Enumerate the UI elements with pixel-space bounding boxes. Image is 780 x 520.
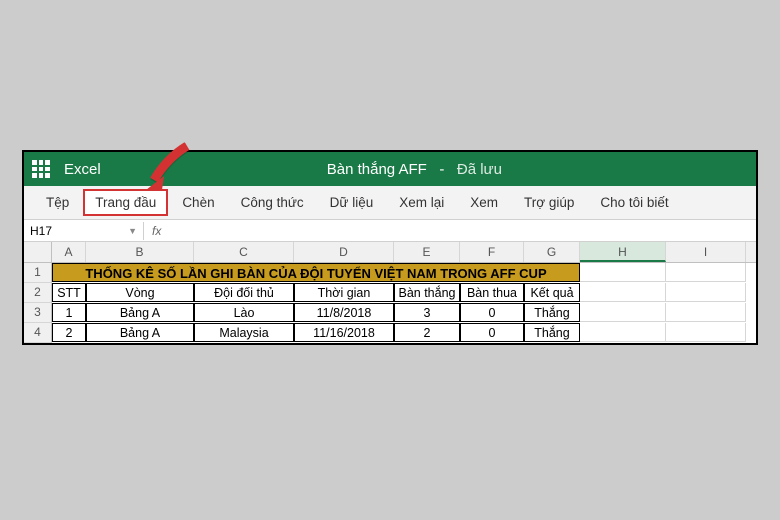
table-cell[interactable]: Thắng [524,323,580,342]
table-header[interactable]: Kết quả [524,283,580,302]
row-header[interactable]: 1 [24,263,52,283]
cell[interactable] [580,323,666,342]
titlebar: Excel Bàn thắng AFF - Đã lưu [24,152,756,186]
row-header[interactable]: 2 [24,283,52,303]
cell[interactable] [580,303,666,322]
tab-formulas[interactable]: Công thức [229,189,316,216]
col-header[interactable]: E [394,242,460,262]
table-header[interactable]: Thời gian [294,283,394,302]
tab-review[interactable]: Xem lại [387,189,456,216]
app-launcher-icon[interactable] [32,160,50,178]
table-cell[interactable]: 2 [394,323,460,342]
col-header[interactable]: A [52,242,86,262]
tab-home[interactable]: Trang đầu [83,189,168,216]
col-header[interactable]: D [294,242,394,262]
tab-tell-me[interactable]: Cho tôi biết [588,189,680,216]
tab-help[interactable]: Trợ giúp [512,189,586,216]
formula-bar: H17 ▼ fx [24,220,756,242]
table-cell[interactable]: Bảng A [86,323,194,342]
cell[interactable] [666,283,746,302]
doc-title-text: Bàn thắng AFF [327,161,427,178]
row-1: 1 THỐNG KÊ SỐ LẦN GHI BÀN CỦA ĐỘI TUYỂN … [24,263,756,283]
document-title: Bàn thắng AFF - Đã lưu [141,161,688,178]
title-separator: - [439,161,444,178]
save-status: Đã lưu [457,161,502,178]
row-3: 3 1 Bảng A Lào 11/8/2018 3 0 Thắng [24,303,756,323]
table-cell[interactable]: Bảng A [86,303,194,322]
table-cell[interactable]: 11/16/2018 [294,323,394,342]
table-cell[interactable]: 0 [460,303,524,322]
name-box-value: H17 [30,224,52,238]
row-2: 2 STT Vòng Đội đối thủ Thời gian Bàn thắ… [24,283,756,303]
table-cell[interactable]: 0 [460,323,524,342]
cell[interactable] [666,263,746,282]
column-headers: A B C D E F G H I [24,242,756,263]
table-header[interactable]: Vòng [86,283,194,302]
formula-input[interactable] [170,220,756,241]
grid: A B C D E F G H I 1 THỐNG KÊ SỐ LẦN GHI … [24,242,756,343]
row-4: 4 2 Bảng A Malaysia 11/16/2018 2 0 Thắng [24,323,756,343]
ribbon-tabs: Tệp Trang đầu Chèn Công thức Dữ liệu Xem… [24,186,756,220]
name-box[interactable]: H17 ▼ [24,222,144,240]
table-cell[interactable]: 11/8/2018 [294,303,394,322]
col-header[interactable]: H [580,242,666,262]
cell[interactable] [666,323,746,342]
row-header[interactable]: 4 [24,323,52,343]
app-name: Excel [64,161,101,178]
cell[interactable] [580,263,666,282]
excel-window: Excel Bàn thắng AFF - Đã lưu Tệp Trang đ… [22,150,758,345]
cell[interactable] [666,303,746,322]
table-cell[interactable]: Thắng [524,303,580,322]
tab-file[interactable]: Tệp [34,189,81,216]
col-header[interactable]: F [460,242,524,262]
select-all-corner[interactable] [24,242,52,262]
tab-view[interactable]: Xem [458,189,510,216]
col-header[interactable]: G [524,242,580,262]
table-cell[interactable]: 1 [52,303,86,322]
table-cell[interactable]: 2 [52,323,86,342]
sheet-title-cell[interactable]: THỐNG KÊ SỐ LẦN GHI BÀN CỦA ĐỘI TUYỂN VI… [52,263,580,282]
col-header[interactable]: I [666,242,746,262]
col-header[interactable]: B [86,242,194,262]
chevron-down-icon[interactable]: ▼ [128,226,137,236]
table-header[interactable]: STT [52,283,86,302]
table-cell[interactable]: 3 [394,303,460,322]
table-cell[interactable]: Malaysia [194,323,294,342]
fx-icon[interactable]: fx [144,224,170,238]
table-cell[interactable]: Lào [194,303,294,322]
table-header[interactable]: Đội đối thủ [194,283,294,302]
table-header[interactable]: Bàn thắng [394,283,460,302]
cell[interactable] [580,283,666,302]
table-header[interactable]: Bàn thua [460,283,524,302]
row-header[interactable]: 3 [24,303,52,323]
tab-data[interactable]: Dữ liệu [318,189,386,216]
tab-insert[interactable]: Chèn [170,189,226,216]
col-header[interactable]: C [194,242,294,262]
